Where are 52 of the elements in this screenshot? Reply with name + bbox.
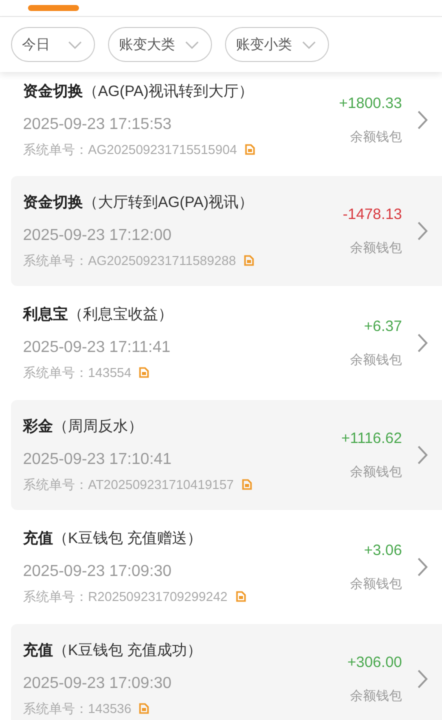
transaction-title: 充值（K豆钱包 充值赠送） xyxy=(23,529,204,549)
amount: +1116.62 xyxy=(341,430,402,446)
order-number: 系统单号：AT202509231710419157 xyxy=(23,476,234,493)
copy-icon[interactable] xyxy=(139,703,150,714)
transaction-title: 资金切换（AG(PA)视讯转到大厅） xyxy=(23,82,255,102)
order-number: 系统单号：AG202509231711589288 xyxy=(23,252,236,269)
order-number: 系统单号：143536 xyxy=(23,700,132,717)
wallet-label: 余额钱包 xyxy=(350,462,402,480)
transaction-title: 彩金（周周反水） xyxy=(23,417,144,437)
chevron-right-icon xyxy=(417,669,428,689)
transaction-time: 2025-09-23 17:10:41 xyxy=(23,450,173,470)
transaction-card[interactable]: 资金切换（大厅转到AG(PA)视讯） 2025-09-23 17:12:00 系统单号：AG202509231711589288 -1478.13 余额钱包 xyxy=(11,176,442,286)
wallet-label: 余额钱包 xyxy=(350,350,402,368)
transaction-title: 资金切换（大厅转到AG(PA)视讯） xyxy=(23,193,255,213)
filter-dropdown[interactable]: 今日 xyxy=(11,27,95,62)
tab-indicator xyxy=(28,5,79,11)
filter-dropdown[interactable]: 账变大类 xyxy=(108,27,212,62)
order-number: 系统单号：AG202509231715515904 xyxy=(23,141,237,158)
transaction-time: 2025-09-23 17:11:41 xyxy=(23,338,172,358)
filter-dropdown[interactable]: 账变小类 xyxy=(225,27,329,62)
chevron-right-icon xyxy=(417,445,428,465)
transaction-time: 2025-09-23 17:09:30 xyxy=(23,562,173,582)
order-number: 系统单号：R202509231709299242 xyxy=(23,588,228,605)
amount: -1478.13 xyxy=(342,206,402,222)
wallet-label: 余额钱包 xyxy=(350,238,402,256)
chevron-right-icon xyxy=(417,557,428,577)
copy-icon[interactable] xyxy=(244,255,254,266)
transaction-title: 利息宝（利息宝收益） xyxy=(23,305,174,325)
amount: +1800.33 xyxy=(339,94,402,112)
copy-icon[interactable] xyxy=(139,367,150,378)
amount: +3.06 xyxy=(364,542,402,558)
wallet-label: 余额钱包 xyxy=(350,686,402,704)
chevron-down-icon xyxy=(302,40,316,48)
transaction-card[interactable]: 充值（K豆钱包 充值成功） 2025-09-23 17:09:30 系统单号：143536 +306.00 余额钱包 xyxy=(11,624,442,720)
copy-icon[interactable] xyxy=(236,591,246,602)
wallet-label: 余额钱包 xyxy=(350,128,402,146)
amount: +6.37 xyxy=(364,318,402,334)
chevron-right-icon xyxy=(417,333,428,353)
amount: +306.00 xyxy=(347,654,402,670)
chevron-down-icon xyxy=(185,40,199,48)
copy-icon[interactable] xyxy=(244,144,255,155)
chevron-right-icon xyxy=(417,221,428,241)
chevron-right-icon xyxy=(417,110,428,130)
chevron-down-icon xyxy=(68,40,82,48)
wallet-label: 余额钱包 xyxy=(350,574,402,592)
transaction-time: 2025-09-23 17:09:30 xyxy=(23,674,173,694)
transaction-title: 充值（K豆钱包 充值成功） xyxy=(23,641,204,661)
transaction-card[interactable]: 彩金（周周反水） 2025-09-23 17:10:41 系统单号：AT202509231710419157 +1116.62 余额钱包 xyxy=(11,400,442,510)
order-number: 系统单号：143554 xyxy=(23,364,132,381)
transaction-time: 2025-09-23 17:12:00 xyxy=(23,226,173,246)
transaction-time: 2025-09-23 17:15:53 xyxy=(23,115,173,135)
copy-icon[interactable] xyxy=(242,479,252,490)
